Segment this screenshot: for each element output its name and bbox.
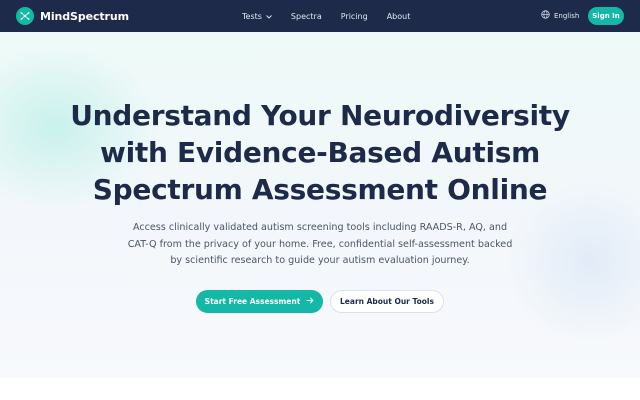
page-below-fold — [0, 378, 640, 400]
hero-title-line: with Evidence-Based Autism — [100, 136, 540, 169]
hero-subtitle-line: Access clinically validated autism scree… — [132, 222, 508, 233]
nav-tests[interactable]: Tests — [242, 12, 272, 21]
hero-title-line: Spectrum Assessment Online — [92, 173, 548, 206]
sign-in-button[interactable]: Sign In — [588, 7, 624, 25]
language-label: English — [554, 11, 580, 20]
globe-icon — [541, 10, 550, 21]
hero-subtitle-line: by scientific research to guide your aut… — [170, 255, 470, 266]
language-selector[interactable]: English — [541, 10, 579, 21]
nav-about[interactable]: About — [387, 12, 411, 21]
brand-logo[interactable]: MindSpectrum — [16, 7, 129, 25]
hero-title-line: Understand Your Neurodiversity — [70, 99, 570, 132]
arrow-right-icon — [306, 297, 314, 306]
main-nav: Tests Spectra Pricing About — [242, 0, 410, 32]
nav-about-label: About — [386, 11, 411, 21]
nav-tests-label: Tests — [242, 11, 262, 21]
chevron-down-icon — [266, 12, 272, 21]
hero-subtitle-line: CAT-Q from the privacy of your home. Fre… — [127, 238, 513, 250]
start-free-assessment-button[interactable]: Start Free Assessment — [196, 290, 323, 313]
sparkle-logo-icon — [16, 7, 34, 25]
learn-about-tools-button[interactable]: Learn About Our Tools — [330, 290, 444, 313]
nav-pricing[interactable]: Pricing — [341, 12, 368, 21]
nav-spectra-label: Spectra — [290, 11, 322, 21]
top-navbar: MindSpectrum Tests Spectra Pricing About… — [0, 0, 640, 32]
brand-name: MindSpectrum — [40, 9, 129, 23]
nav-pricing-label: Pricing — [340, 11, 368, 21]
nav-spectra[interactable]: Spectra — [291, 12, 322, 21]
start-free-assessment-label: Start Free Assessment — [204, 297, 301, 306]
hero-subtitle: Access clinically validated autism scree… — [100, 220, 540, 270]
hero-title: Understand Your Neurodiversity with Evid… — [60, 97, 580, 208]
